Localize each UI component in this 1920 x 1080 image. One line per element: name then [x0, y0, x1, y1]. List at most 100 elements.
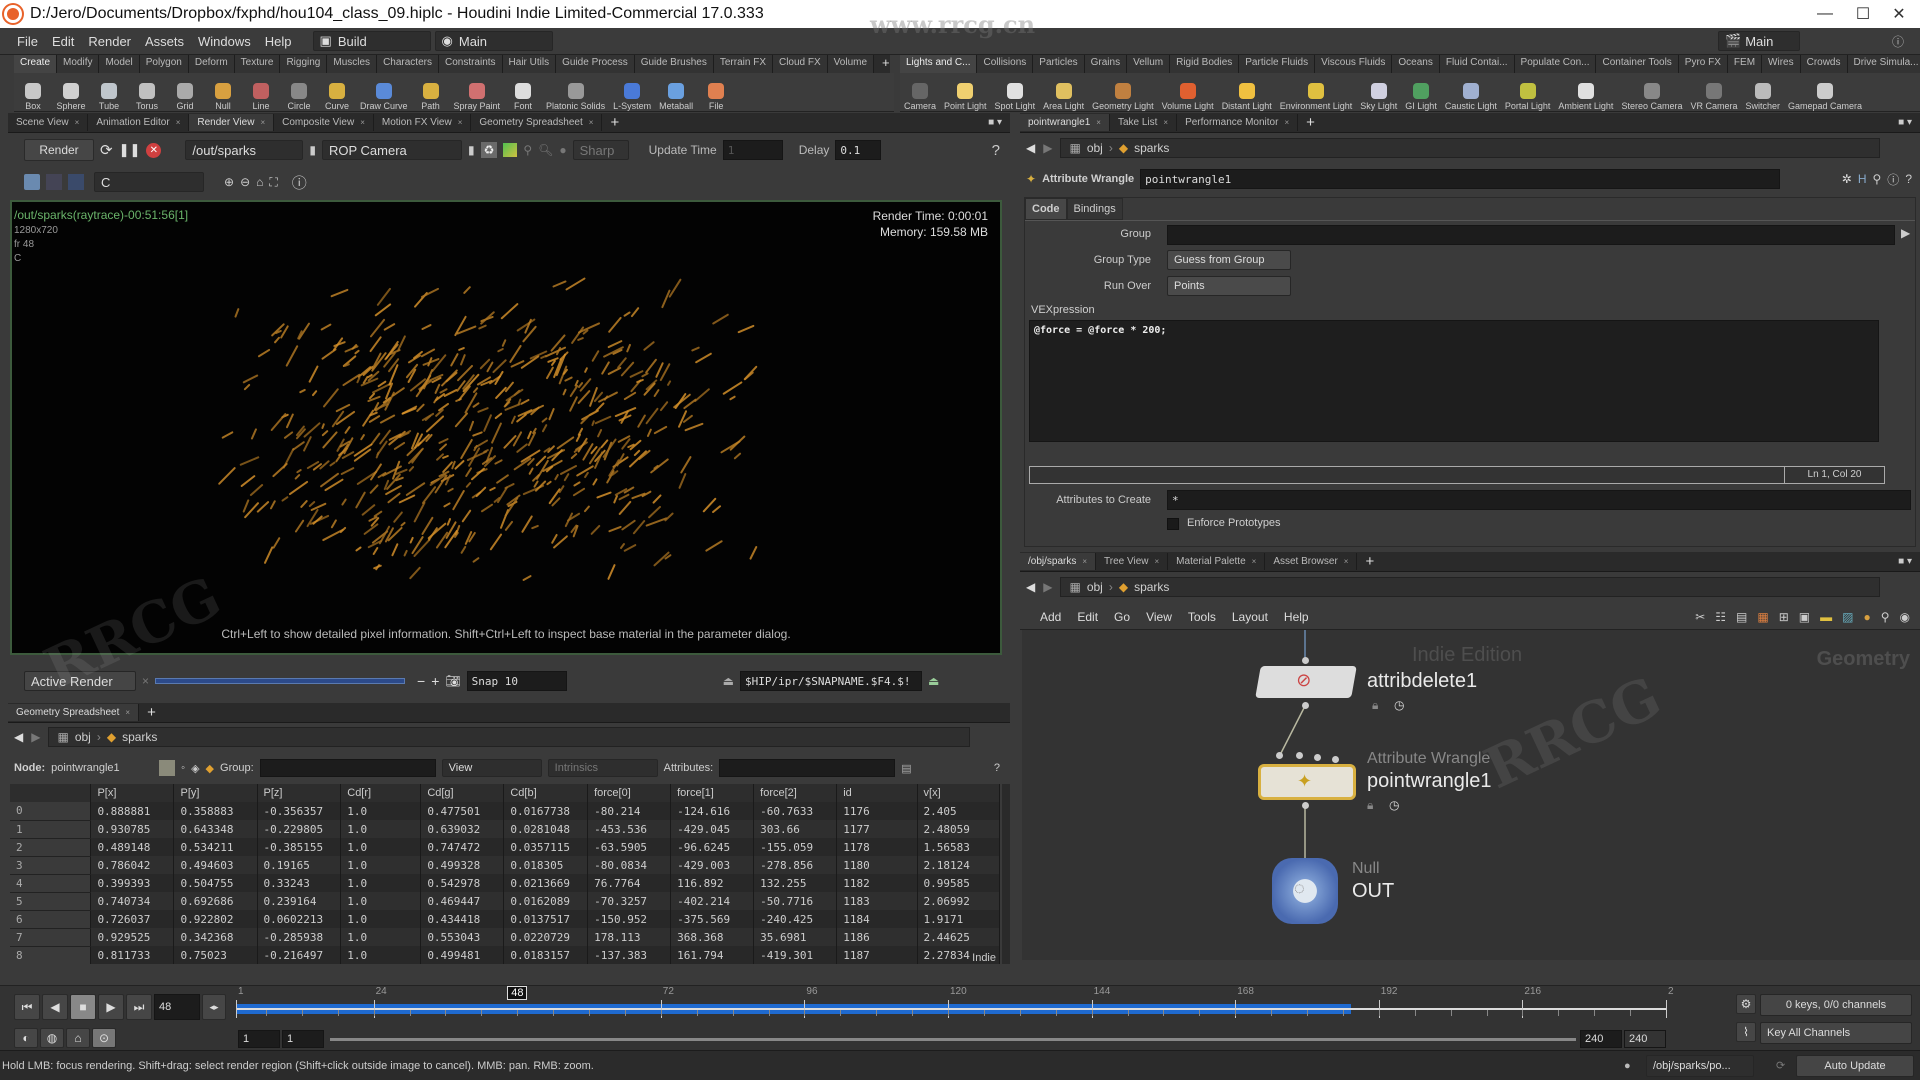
- play-reverse-button[interactable]: ◀: [42, 994, 68, 1020]
- shelf-tab[interactable]: Model: [99, 55, 140, 73]
- view-select[interactable]: View: [441, 759, 542, 777]
- shelf-tab[interactable]: Oceans: [1392, 55, 1440, 73]
- tab-code[interactable]: Code: [1025, 198, 1067, 220]
- step-frame-button[interactable]: ◂▸: [202, 994, 226, 1020]
- close-tab-icon[interactable]: ×: [589, 118, 594, 127]
- play-button[interactable]: ▶: [98, 994, 124, 1020]
- shelf-tab[interactable]: Particle Fluids: [1239, 55, 1316, 73]
- table-row[interactable]: 1 0.930785 0.643348 -0.229805 1.0 0.639032 0.0…: [10, 820, 1000, 839]
- rop-select[interactable]: /out/sparks: [185, 140, 304, 160]
- network-menu-tools[interactable]: Tools: [1180, 610, 1224, 624]
- close-tab-icon[interactable]: ×: [1252, 557, 1257, 566]
- intrinsics-select[interactable]: Intrinsics: [547, 759, 658, 777]
- close-tab-icon[interactable]: ×: [1155, 557, 1160, 566]
- column-header[interactable]: force[1]: [670, 784, 755, 802]
- save-snapshot-icon[interactable]: ⏏: [723, 674, 734, 688]
- table-row[interactable]: 3 0.786042 0.494603 0.19165 1.0 0.499328 0.018…: [10, 856, 1000, 875]
- search-icon[interactable]: ⚲: [1873, 172, 1882, 186]
- close-tab-icon[interactable]: ×: [1096, 118, 1101, 127]
- forward-icon[interactable]: ▶: [1043, 141, 1052, 155]
- zoom-in-icon[interactable]: ⊕: [224, 175, 234, 189]
- shelf-tool-circle[interactable]: Circle: [280, 72, 318, 111]
- help-hda-icon[interactable]: H: [1858, 172, 1867, 186]
- forward-icon[interactable]: ▶: [1043, 580, 1052, 594]
- playhead-marker[interactable]: 48: [507, 986, 528, 1000]
- load-snapshot-icon[interactable]: ⏏: [928, 674, 939, 688]
- node-input-port[interactable]: [1332, 756, 1339, 763]
- shelf-tab[interactable]: Modify: [57, 55, 100, 73]
- close-tab-icon[interactable]: ×: [260, 118, 265, 127]
- compare-icon[interactable]: [46, 174, 62, 190]
- node-output-port[interactable]: [1302, 802, 1309, 809]
- display-mode-icon[interactable]: [24, 174, 40, 190]
- shelf-tab[interactable]: Lights and C...: [900, 55, 978, 73]
- close-tab-icon[interactable]: ×: [1284, 118, 1289, 127]
- shelf-tool-null[interactable]: Null: [204, 72, 242, 111]
- snap-field[interactable]: Snap 10: [466, 671, 567, 691]
- active-render-select[interactable]: Active Render: [24, 671, 136, 691]
- close-tab-icon[interactable]: ×: [176, 118, 181, 127]
- tab-composite-view[interactable]: Composite View ×: [274, 114, 374, 131]
- attributes-field[interactable]: [719, 759, 896, 777]
- tab-performance-monitor[interactable]: Performance Monitor ×: [1177, 114, 1299, 131]
- node-output-port[interactable]: [1302, 702, 1309, 709]
- shelf-tool-ambient-light[interactable]: Ambient Light: [1554, 72, 1617, 111]
- shelf-tab[interactable]: Deform: [188, 55, 235, 73]
- audio-icon[interactable]: ◐: [14, 1028, 38, 1048]
- table-row[interactable]: 4 0.399393 0.504755 0.33243 1.0 0.542978 0.021…: [10, 874, 1000, 893]
- add-tab-icon[interactable]: +: [139, 704, 164, 721]
- close-tab-icon[interactable]: ×: [125, 708, 130, 717]
- menu-windows[interactable]: Windows: [191, 34, 258, 49]
- timeline-ruler[interactable]: 1 24 72 96 120 144 168 192 216 2 48: [236, 986, 1674, 1026]
- add-shelf-tab-icon[interactable]: +: [874, 55, 898, 73]
- column-header[interactable]: v[x]: [917, 784, 1000, 802]
- shelf-tool-gamepad-camera[interactable]: Gamepad Camera: [1784, 72, 1866, 111]
- shelf-tool-torus[interactable]: Torus: [128, 72, 166, 111]
- pin-icon[interactable]: ⚲: [523, 143, 532, 157]
- camera-select[interactable]: ROP Camera: [321, 140, 462, 160]
- menu-edit[interactable]: Edit: [45, 34, 81, 49]
- node-input-port[interactable]: [1296, 752, 1303, 759]
- shelf-tab[interactable]: Muscles: [327, 55, 378, 73]
- shelf-tool-camera[interactable]: Camera: [900, 72, 940, 111]
- shelf-tool-font[interactable]: Font: [504, 72, 542, 111]
- stop-button[interactable]: ■: [70, 994, 96, 1020]
- snapshot-slider[interactable]: [155, 678, 406, 684]
- shelf-tool-curve[interactable]: Curve: [318, 72, 356, 111]
- auto-render-icon[interactable]: ♻: [480, 142, 498, 158]
- zoom-out-icon[interactable]: ⊖: [240, 175, 250, 189]
- shelf-tab[interactable]: Container Tools: [1596, 55, 1679, 73]
- shelf-tool-tube[interactable]: Tube: [90, 72, 128, 111]
- network-menu-add[interactable]: Add: [1032, 610, 1069, 624]
- vertices-mode-icon[interactable]: ◦: [181, 762, 185, 774]
- shelf-tab[interactable]: Volume: [827, 55, 875, 73]
- update-time-field[interactable]: 1: [722, 140, 783, 160]
- close-tab-icon[interactable]: ×: [1163, 118, 1168, 127]
- shelf-tab[interactable]: Drive Simula...: [1847, 55, 1920, 73]
- sound-icon[interactable]: ◍: [40, 1028, 64, 1048]
- column-header[interactable]: Cd[b]: [503, 784, 589, 802]
- pick-camera-icon[interactable]: ▮: [468, 143, 475, 157]
- range-start-field-2[interactable]: 1: [282, 1030, 324, 1048]
- attributes-to-create-field[interactable]: *: [1167, 490, 1911, 510]
- shelf-tab[interactable]: Hair Utils: [502, 55, 557, 73]
- fit-icon[interactable]: ⛶: [269, 175, 277, 190]
- network-menu-view[interactable]: View: [1138, 610, 1180, 624]
- node-name-field[interactable]: pointwrangle1: [1140, 169, 1781, 189]
- grid-icon[interactable]: ⊞: [1779, 610, 1789, 624]
- shelf-tool-l-system[interactable]: L-System: [609, 72, 655, 111]
- shelf-tab[interactable]: Characters: [377, 55, 439, 73]
- tab-scene-view[interactable]: Scene View ×: [8, 114, 89, 131]
- shelf-tool-vr-camera[interactable]: VR Camera: [1686, 72, 1741, 111]
- realtime-icon[interactable]: ⊙: [92, 1028, 116, 1048]
- aov-select[interactable]: C: [94, 172, 204, 192]
- tab-geometry-spreadsheet[interactable]: Geometry Spreadsheet ×: [471, 114, 603, 131]
- shelf-tab[interactable]: Texture: [234, 55, 281, 73]
- select-group-icon[interactable]: ▶: [1901, 226, 1910, 240]
- plus-icon[interactable]: +: [431, 673, 439, 689]
- menu-help[interactable]: Help: [258, 34, 299, 49]
- group-field[interactable]: [1167, 225, 1895, 245]
- zoom-icon[interactable]: 🔍︎: [538, 143, 553, 157]
- shelf-tab[interactable]: Fluid Contai...: [1439, 55, 1515, 73]
- shelf-tab[interactable]: Guide Brushes: [634, 55, 714, 73]
